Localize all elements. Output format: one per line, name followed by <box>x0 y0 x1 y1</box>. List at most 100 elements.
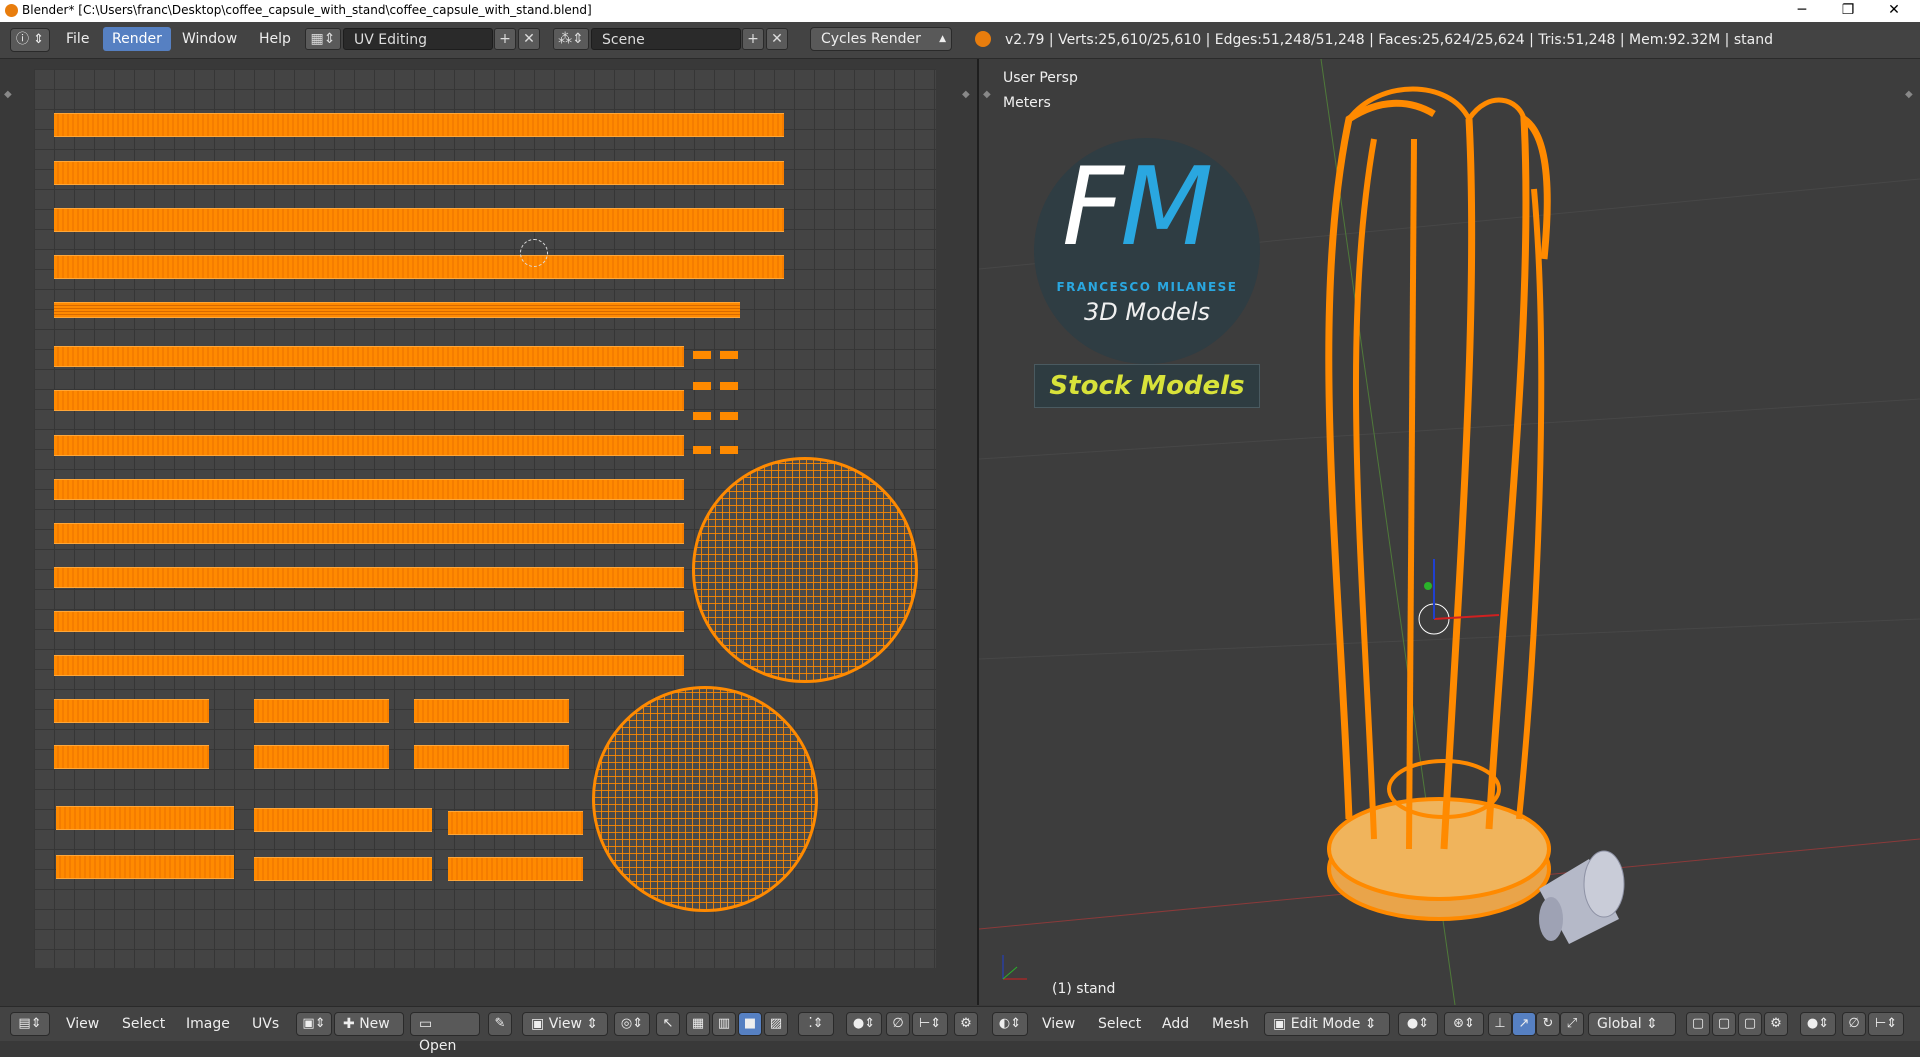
sticky-select-icon[interactable]: ⁚⇕ <box>798 1012 834 1036</box>
toolshelf-toggle-icon[interactable]: ◆ <box>983 89 991 100</box>
remove-scene-icon[interactable]: ✕ <box>766 28 788 50</box>
editor-type-uv-icon[interactable]: ▤⇕ <box>10 1012 50 1036</box>
properties-toggle-icon[interactable]: ◆ <box>1905 89 1913 100</box>
uv-menu-select[interactable]: Select <box>122 1016 165 1032</box>
toolbar-toggle-icon[interactable]: ◆ <box>4 89 12 100</box>
layer-icon[interactable]: ▢ <box>1686 1012 1710 1036</box>
render-engine-dropdown[interactable]: Cycles Render ▲ <box>810 27 952 51</box>
proportional-edit-icon[interactable]: ●⇕ <box>846 1012 882 1036</box>
uv-island <box>414 699 569 723</box>
folder-icon: ▭ <box>419 1016 433 1032</box>
island-select-icon[interactable]: ▨ <box>764 1012 788 1036</box>
menu-help[interactable]: Help <box>259 31 291 47</box>
uv-island <box>54 567 684 588</box>
scene-stats: v2.79 | Verts:25,610/25,610 | Edges:51,2… <box>1005 32 1773 48</box>
pivot-point-icon[interactable]: ⊛⇕ <box>1444 1012 1484 1036</box>
chevron-updown-icon: ▲ <box>939 34 946 44</box>
uv-island <box>720 351 738 359</box>
blender-logo-icon <box>5 4 18 17</box>
sync-selection-icon[interactable]: ↖ <box>656 1012 680 1036</box>
shading-icon[interactable]: ●⇕ <box>1398 1012 1438 1036</box>
uv-island <box>254 699 389 723</box>
uv-island <box>54 523 684 544</box>
editor-type-info-icon[interactable]: ⓘ ⇕ <box>10 28 50 52</box>
open-image-label: Open <box>419 1038 457 1054</box>
edit-mode-icon: ▣ <box>1273 1016 1291 1032</box>
scene-field[interactable]: Scene <box>591 28 741 50</box>
translate-manipulator-icon[interactable]: ↗ <box>1512 1012 1536 1036</box>
snap-mode-icon[interactable]: ⊢⇕ <box>912 1012 948 1036</box>
vp-menu-view[interactable]: View <box>1042 1016 1075 1032</box>
editor-type-3d-icon[interactable]: ◐⇕ <box>992 1012 1028 1036</box>
snap-element-icon[interactable]: ⊢⇕ <box>1868 1012 1904 1036</box>
watermark-logo: FM FRANCESCO MILANESE 3D Models <box>1034 138 1260 364</box>
uv-island <box>54 346 684 367</box>
image-browse-icon[interactable]: ▣⇕ <box>296 1012 332 1036</box>
proportional-edit-3d-icon[interactable]: ●⇕ <box>1800 1012 1836 1036</box>
uv-island <box>720 412 738 420</box>
scale-manipulator-icon[interactable]: ⤢ <box>1560 1012 1584 1036</box>
uv-island <box>54 255 784 279</box>
pin-icon[interactable]: ✎ <box>488 1012 512 1036</box>
vp-menu-add[interactable]: Add <box>1162 1016 1189 1032</box>
uv-island <box>254 857 432 881</box>
screen-layout-icon[interactable]: ▦⇕ <box>305 28 341 50</box>
uv-island <box>693 446 711 454</box>
watermark-tagline: 3D Models <box>1084 298 1210 326</box>
add-scene-icon[interactable]: + <box>742 28 764 50</box>
window-title-bar: Blender* [C:\Users\franc\Desktop\coffee_… <box>0 0 1920 22</box>
orientation-dropdown[interactable]: Global ⇕ <box>1588 1012 1676 1036</box>
uv-island <box>54 390 684 411</box>
restore-button[interactable]: ❐ <box>1826 0 1870 22</box>
view-icon: ▣ <box>531 1016 549 1032</box>
open-image-button[interactable]: ▭ Open <box>410 1012 480 1054</box>
uv-island <box>54 655 684 676</box>
uv-island <box>448 857 583 881</box>
vp-menu-select[interactable]: Select <box>1098 1016 1141 1032</box>
snap-icon[interactable]: ∅ <box>886 1012 910 1036</box>
snap-3d-icon[interactable]: ∅ <box>1842 1012 1866 1036</box>
new-image-button[interactable]: ✚ New <box>334 1012 404 1036</box>
plus-icon: ✚ <box>343 1016 360 1032</box>
uv-image-canvas[interactable] <box>34 69 936 968</box>
scene-icon[interactable]: ⁂⇕ <box>553 28 589 50</box>
uv-menu-uvs[interactable]: UVs <box>252 1016 279 1032</box>
occlude-geometry-icon[interactable]: ⚙ <box>1764 1012 1788 1036</box>
screen-layout-field[interactable]: UV Editing <box>343 28 493 50</box>
window-title: Blender* [C:\Users\franc\Desktop\coffee_… <box>22 3 592 17</box>
face-select-icon[interactable]: ■ <box>738 1012 762 1036</box>
menu-render[interactable]: Render <box>103 27 171 51</box>
uv-island <box>54 208 784 232</box>
uv-island <box>693 412 711 420</box>
uv-island <box>54 161 784 185</box>
rotate-manipulator-icon[interactable]: ↻ <box>1536 1012 1560 1036</box>
image-settings-icon[interactable]: ⚙ <box>954 1012 978 1036</box>
mode-dropdown[interactable]: ▣ Edit Mode ⇕ <box>1264 1012 1390 1036</box>
properties-toggle-icon[interactable]: ◆ <box>962 89 970 100</box>
uv-island <box>54 699 209 723</box>
uv-island-circle <box>692 457 918 683</box>
add-screen-icon[interactable]: + <box>494 28 516 50</box>
edge-select-icon[interactable]: ▥ <box>712 1012 736 1036</box>
manipulator-toggle-icon[interactable]: ⊥ <box>1488 1012 1512 1036</box>
menu-window[interactable]: Window <box>182 31 237 47</box>
active-object-label: (1) stand <box>1052 981 1116 997</box>
layer-icon[interactable]: ▢ <box>1738 1012 1762 1036</box>
uv-island-circle <box>592 686 818 912</box>
info-header: ⓘ ⇕ File Render Window Help ▦⇕ UV Editin… <box>0 22 1920 59</box>
uv-menu-image[interactable]: Image <box>186 1016 230 1032</box>
uv-island <box>414 745 569 769</box>
layer-icon[interactable]: ▢ <box>1712 1012 1736 1036</box>
uv-island <box>54 302 740 318</box>
minimize-button[interactable]: ─ <box>1780 0 1824 22</box>
uv-view-mode-dropdown[interactable]: ▣ View ⇕ <box>522 1012 608 1036</box>
pivot-icon[interactable]: ◎⇕ <box>614 1012 650 1036</box>
close-window-button[interactable]: ✕ <box>1872 0 1916 22</box>
vertex-select-icon[interactable]: ▦ <box>686 1012 710 1036</box>
remove-screen-icon[interactable]: ✕ <box>518 28 540 50</box>
uv-island <box>693 382 711 390</box>
uv-2d-cursor-icon[interactable] <box>520 239 548 267</box>
vp-menu-mesh[interactable]: Mesh <box>1212 1016 1249 1032</box>
menu-file[interactable]: File <box>66 31 89 47</box>
uv-menu-view[interactable]: View <box>66 1016 99 1032</box>
